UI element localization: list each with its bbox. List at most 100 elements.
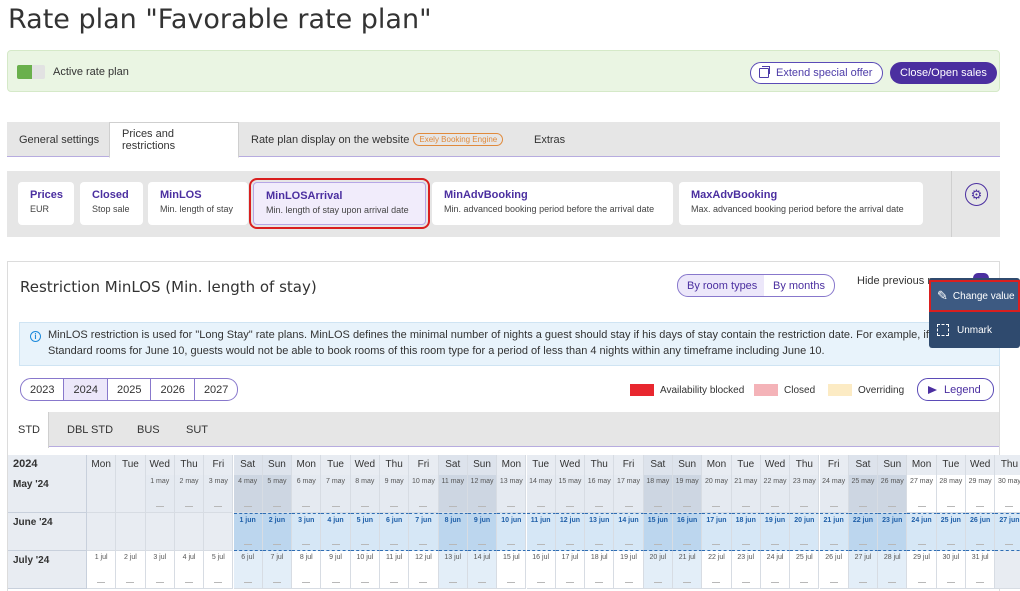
room-tab-sut[interactable]: SUT	[176, 412, 218, 447]
day-cell[interactable]: 19 jun	[760, 513, 791, 551]
year-2023[interactable]: 2023	[20, 378, 65, 401]
day-cell[interactable]: 22 jul	[702, 551, 732, 589]
day-cell[interactable]: 8 jul	[292, 551, 322, 589]
day-cell[interactable]: 10 jun	[497, 513, 527, 551]
day-cell[interactable]: 21 may	[731, 475, 761, 513]
legend-button[interactable]: Legend	[917, 378, 994, 401]
day-cell[interactable]: 26 may	[878, 475, 908, 513]
day-cell[interactable]: 14 may	[526, 475, 556, 513]
day-cell[interactable]: 6 jun	[380, 513, 410, 551]
day-cell[interactable]: 5 jun	[350, 513, 380, 551]
change-value-item[interactable]: ✎ Change value	[929, 280, 1020, 312]
day-cell[interactable]: 17 jul	[555, 551, 586, 589]
day-cell[interactable]: 15 jun	[643, 513, 673, 551]
day-cell[interactable]: 20 jun	[790, 513, 820, 551]
by-room-types-button[interactable]: By room types	[677, 274, 768, 297]
day-cell[interactable]: 20 jul	[643, 551, 673, 589]
day-cell[interactable]: 19 may	[673, 475, 703, 513]
day-cell[interactable]: 3 may	[204, 475, 234, 513]
day-cell[interactable]: 24 jul	[760, 551, 791, 589]
year-2026[interactable]: 2026	[151, 378, 195, 401]
day-cell[interactable]: 9 may	[380, 475, 410, 513]
tab-rate-plan-display[interactable]: Rate plan display on the website Exely B…	[239, 122, 515, 157]
day-cell[interactable]: 13 jul	[438, 551, 468, 589]
day-cell[interactable]: 23 may	[790, 475, 820, 513]
day-cell[interactable]: 23 jul	[731, 551, 761, 589]
day-cell[interactable]: 12 jul	[409, 551, 439, 589]
day-cell[interactable]: 18 may	[643, 475, 673, 513]
day-cell[interactable]: 27 jul	[848, 551, 879, 589]
day-cell[interactable]: 17 jun	[702, 513, 732, 551]
day-cell[interactable]: 13 may	[497, 475, 527, 513]
day-cell[interactable]: 6 may	[292, 475, 322, 513]
day-cell[interactable]: 30 may	[995, 475, 1020, 513]
day-cell[interactable]: 17 may	[614, 475, 644, 513]
room-tab-bus[interactable]: BUS	[127, 412, 170, 447]
by-months-button[interactable]: By months	[764, 274, 835, 297]
day-cell[interactable]: 2 may	[174, 475, 205, 513]
day-cell[interactable]: 1 may	[145, 475, 175, 513]
day-cell[interactable]: 19 jul	[614, 551, 644, 589]
day-cell[interactable]: 27 jun	[995, 513, 1020, 551]
day-cell[interactable]: 11 may	[438, 475, 468, 513]
day-cell[interactable]: 29 jul	[907, 551, 937, 589]
day-cell[interactable]: 12 jun	[555, 513, 586, 551]
day-cell[interactable]: 24 jun	[907, 513, 937, 551]
tab-extras[interactable]: Extras	[522, 122, 577, 157]
close-open-sales-button[interactable]: Close/Open sales	[890, 62, 997, 84]
day-cell[interactable]: 13 jun	[585, 513, 615, 551]
day-cell[interactable]: 21 jul	[673, 551, 703, 589]
day-cell[interactable]: 2 jun	[262, 513, 293, 551]
card-prices[interactable]: Prices EUR	[18, 182, 74, 225]
day-cell[interactable]: 15 may	[555, 475, 586, 513]
day-cell[interactable]: 10 may	[409, 475, 439, 513]
day-cell[interactable]: 25 jun	[936, 513, 966, 551]
day-cell[interactable]: 6 jul	[233, 551, 263, 589]
day-cell[interactable]: 22 may	[760, 475, 791, 513]
year-2027[interactable]: 2027	[194, 378, 239, 401]
day-cell[interactable]: 15 jul	[497, 551, 527, 589]
year-2024[interactable]: 2024	[64, 378, 108, 401]
extend-special-offer-button[interactable]: Extend special offer	[750, 62, 884, 84]
gear-icon[interactable]: ⚙	[965, 183, 988, 206]
day-cell[interactable]: 4 jun	[321, 513, 351, 551]
day-cell[interactable]: 27 may	[907, 475, 937, 513]
day-cell[interactable]: 9 jul	[321, 551, 351, 589]
day-cell[interactable]: 4 may	[233, 475, 263, 513]
day-cell[interactable]: 30 jul	[936, 551, 966, 589]
day-cell[interactable]: 12 may	[467, 475, 498, 513]
day-cell[interactable]: 28 jul	[878, 551, 908, 589]
day-cell[interactable]: 11 jul	[380, 551, 410, 589]
unmark-item[interactable]: Unmark	[929, 314, 1020, 346]
day-cell[interactable]: 5 may	[262, 475, 293, 513]
day-cell[interactable]: 16 may	[585, 475, 615, 513]
day-cell[interactable]: 14 jul	[467, 551, 498, 589]
day-cell[interactable]: 3 jul	[145, 551, 175, 589]
day-cell[interactable]: 18 jul	[585, 551, 615, 589]
day-cell[interactable]: 26 jun	[966, 513, 996, 551]
day-cell[interactable]: 23 jun	[878, 513, 908, 551]
day-cell[interactable]: 8 may	[350, 475, 380, 513]
tab-general-settings[interactable]: General settings	[7, 122, 111, 157]
day-cell[interactable]: 3 jun	[292, 513, 322, 551]
day-cell[interactable]: 1 jul	[87, 551, 117, 589]
day-cell[interactable]: 14 jun	[614, 513, 644, 551]
day-cell[interactable]: 5 jul	[204, 551, 234, 589]
day-cell[interactable]: 1 jun	[233, 513, 263, 551]
day-cell[interactable]: 25 may	[848, 475, 879, 513]
day-cell[interactable]: 7 jul	[262, 551, 293, 589]
day-cell[interactable]: 16 jul	[526, 551, 556, 589]
day-cell[interactable]: 9 jun	[467, 513, 498, 551]
day-cell[interactable]: 7 may	[321, 475, 351, 513]
tab-prices-restrictions[interactable]: Prices and restrictions	[109, 122, 239, 158]
day-cell[interactable]: 11 jun	[526, 513, 556, 551]
day-cell[interactable]: 28 may	[936, 475, 966, 513]
day-cell[interactable]: 10 jul	[350, 551, 380, 589]
day-cell[interactable]: 8 jun	[438, 513, 468, 551]
card-minlos[interactable]: MinLOS Min. length of stay	[148, 182, 248, 225]
day-cell[interactable]: 18 jun	[731, 513, 761, 551]
room-tab-dbl-std[interactable]: DBL STD	[57, 412, 123, 447]
day-cell[interactable]: 29 may	[966, 475, 996, 513]
active-toggle[interactable]	[17, 65, 45, 79]
year-2025[interactable]: 2025	[107, 378, 152, 401]
